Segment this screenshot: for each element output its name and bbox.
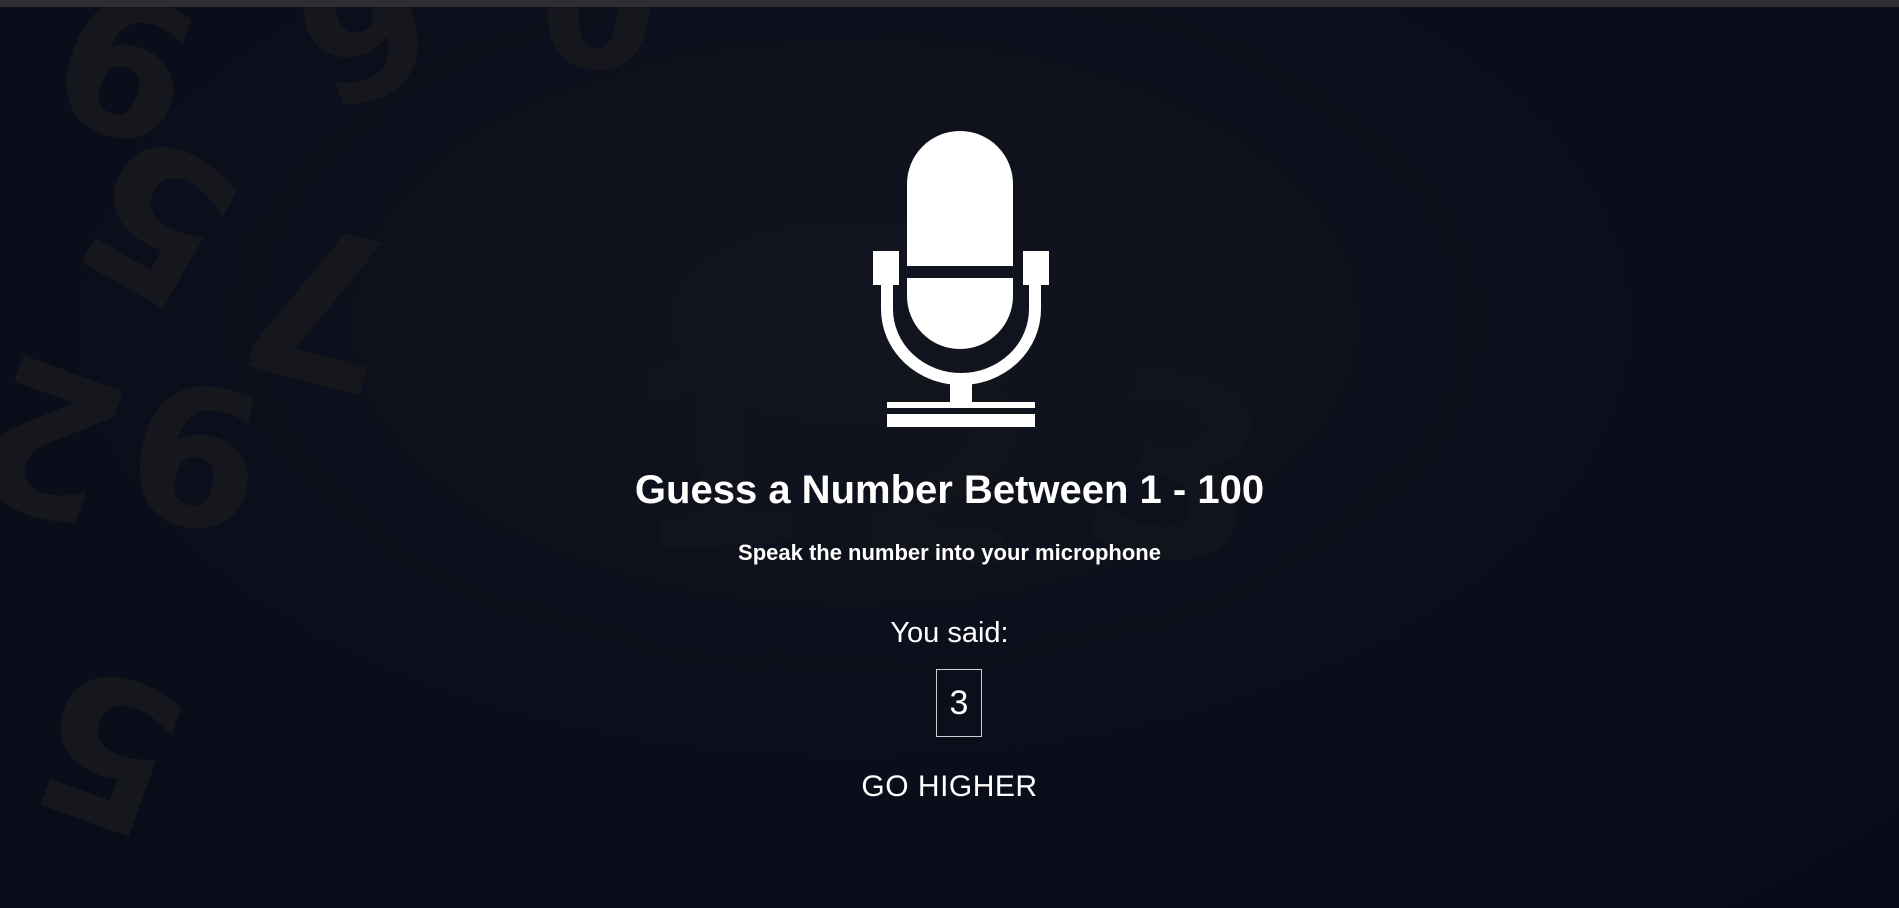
you-said-label: You said: bbox=[890, 617, 1009, 649]
page-subtitle: Speak the number into your microphone bbox=[738, 540, 1161, 565]
window-top-bar bbox=[0, 0, 1899, 7]
main-content: Guess a Number Between 1 - 100 Speak the… bbox=[0, 7, 1899, 908]
microphone-icon[interactable] bbox=[873, 131, 1049, 433]
hint-message: GO HIGHER bbox=[861, 770, 1038, 803]
spoken-number-box: 3 bbox=[936, 669, 982, 737]
page-background: 9 6 0 5 7 2 9 5 1 2 3 bbox=[0, 7, 1899, 908]
spoken-number-value: 3 bbox=[949, 683, 969, 722]
page-title: Guess a Number Between 1 - 100 bbox=[634, 468, 1265, 512]
